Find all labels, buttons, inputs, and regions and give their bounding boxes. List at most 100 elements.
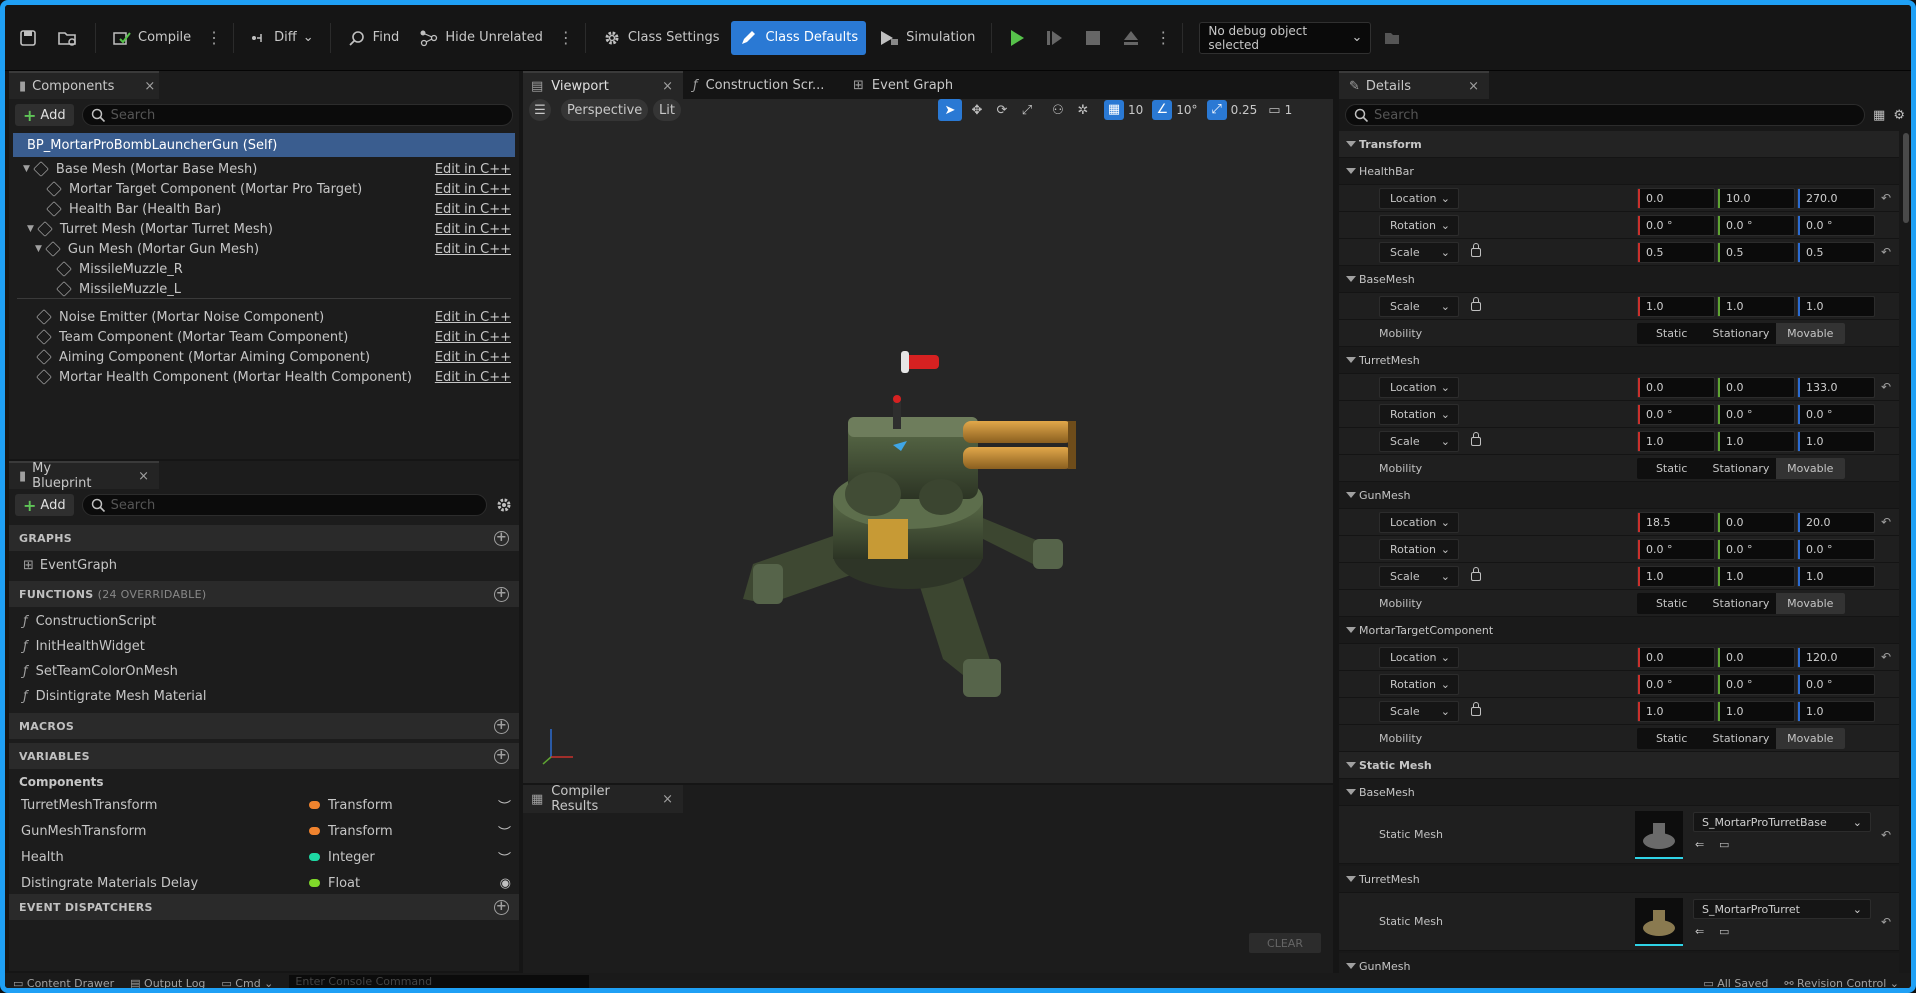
mobility-option[interactable]: Movable <box>1775 457 1845 479</box>
event-graph-item[interactable]: ⊞ EventGraph <box>9 553 519 577</box>
mobility-option[interactable]: Movable <box>1775 322 1845 344</box>
component-root[interactable]: BP_MortarProBombLauncherGun (Self) <box>13 133 515 157</box>
property-mode-dropdown[interactable]: Scale ⌄ <box>1379 700 1459 722</box>
static-mesh-asset-dropdown[interactable]: S_MortarProTurretBase ⌄ <box>1693 812 1871 832</box>
edit-in-cpp-link[interactable]: Edit in C++ <box>435 222 511 237</box>
mobility-selector[interactable]: Static Stationary Movable <box>1637 727 1845 749</box>
mesh-thumbnail[interactable] <box>1635 898 1683 946</box>
details-tab[interactable]: ✎ Details × <box>1339 71 1489 99</box>
x-value-field[interactable]: 18.5 <box>1637 511 1715 533</box>
details-category-header[interactable]: Static Mesh <box>1339 752 1899 779</box>
edit-in-cpp-link[interactable]: Edit in C++ <box>435 162 511 177</box>
use-selected-icon[interactable]: ⇐ <box>1695 925 1704 938</box>
viewport-tab[interactable]: ▤ Viewport × <box>523 71 683 99</box>
details-subcategory[interactable]: TurretMesh <box>1339 347 1899 374</box>
property-mode-dropdown[interactable]: Scale ⌄ <box>1379 241 1459 263</box>
add-blueprint-item-button[interactable]: + Add <box>15 494 74 516</box>
clear-button[interactable]: CLEAR <box>1249 933 1321 953</box>
z-value-field[interactable]: 0.0 ° <box>1797 538 1875 560</box>
edit-in-cpp-link[interactable]: Edit in C++ <box>435 350 511 365</box>
construction-script-tab[interactable]: ƒ Construction Scr... <box>683 71 843 99</box>
visibility-toggle-icon[interactable]: ︶ <box>498 822 511 841</box>
class-defaults-button[interactable]: Class Defaults <box>731 20 867 55</box>
x-value-field[interactable]: 0.0 ° <box>1637 538 1715 560</box>
play-button[interactable] <box>1000 21 1034 55</box>
browse-asset-icon[interactable]: ▭ <box>1719 925 1729 938</box>
x-value-field[interactable]: 0.0 ° <box>1637 403 1715 425</box>
mobility-selector[interactable]: Static Stationary Movable <box>1637 457 1845 479</box>
simulation-button[interactable]: Simulation <box>870 21 983 55</box>
property-mode-dropdown[interactable]: Location ⌄ <box>1379 187 1459 209</box>
z-value-field[interactable]: 0.5 <box>1797 241 1875 263</box>
reset-to-default-icon[interactable]: ↶ <box>1881 191 1891 205</box>
y-value-field[interactable]: 0.0 ° <box>1717 673 1795 695</box>
mobility-selector[interactable]: Static Stationary Movable <box>1637 322 1845 344</box>
function-item[interactable]: ƒ SetTeamColorOnMesh <box>9 659 519 683</box>
x-value-field[interactable]: 0.0 ° <box>1637 214 1715 236</box>
y-value-field[interactable]: 0.0 ° <box>1717 214 1795 236</box>
property-mode-dropdown[interactable]: Rotation ⌄ <box>1379 673 1459 695</box>
mobility-option[interactable]: Stationary <box>1706 458 1775 479</box>
lock-icon[interactable] <box>1471 296 1481 311</box>
diff-button[interactable]: Diff ⌄ <box>242 21 322 55</box>
hide-unrelated-options-icon[interactable]: ⋮ <box>555 28 577 47</box>
play-options-icon[interactable]: ⋮ <box>1152 28 1174 47</box>
output-log-button[interactable]: ▤ Output Log <box>130 977 205 989</box>
variables-section[interactable]: VARIABLES + <box>9 743 519 769</box>
add-graph-icon[interactable]: + <box>494 530 509 546</box>
add-function-icon[interactable]: + <box>494 586 509 602</box>
edit-in-cpp-link[interactable]: Edit in C++ <box>435 310 511 325</box>
reset-to-default-icon[interactable]: ↶ <box>1881 380 1891 394</box>
y-value-field[interactable]: 1.0 <box>1717 295 1795 317</box>
table-view-icon[interactable]: ▦ <box>1873 108 1885 123</box>
z-value-field[interactable]: 1.0 <box>1797 430 1875 452</box>
eye-icon[interactable]: ◉ <box>500 876 511 891</box>
mesh-thumbnail[interactable] <box>1635 811 1683 859</box>
lock-icon[interactable] <box>1471 242 1481 257</box>
expand-arrow-icon[interactable]: ▼ <box>27 224 34 234</box>
mobility-option[interactable]: Movable <box>1775 727 1845 749</box>
z-value-field[interactable]: 1.0 <box>1797 565 1875 587</box>
console-input[interactable]: Enter Console Command <box>289 975 590 988</box>
save-icon[interactable] <box>11 21 45 55</box>
macros-section[interactable]: MACROS + <box>9 713 519 739</box>
use-selected-icon[interactable]: ⇐ <box>1695 838 1704 851</box>
reset-to-default-icon[interactable]: ↶ <box>1881 515 1891 529</box>
x-value-field[interactable]: 0.0 <box>1637 646 1715 668</box>
edit-in-cpp-link[interactable]: Edit in C++ <box>435 182 511 197</box>
z-value-field[interactable]: 0.0 ° <box>1797 403 1875 425</box>
add-dispatcher-icon[interactable]: + <box>494 899 509 915</box>
hide-unrelated-button[interactable]: Hide Unrelated <box>411 21 551 55</box>
close-icon[interactable]: × <box>138 469 149 484</box>
close-icon[interactable]: × <box>144 79 155 94</box>
visibility-toggle-icon[interactable]: ︶ <box>498 796 511 815</box>
lock-icon[interactable] <box>1471 566 1481 581</box>
lock-icon[interactable] <box>1471 431 1481 446</box>
x-value-field[interactable]: 1.0 <box>1637 565 1715 587</box>
mobility-selector[interactable]: Static Stationary Movable <box>1637 592 1845 614</box>
blueprint-search-input[interactable]: Search <box>81 494 487 516</box>
x-value-field[interactable]: 0.5 <box>1637 241 1715 263</box>
close-icon[interactable]: × <box>662 792 673 807</box>
debug-object-dropdown[interactable]: No debug object selected ⌄ <box>1199 21 1372 54</box>
details-subcategory[interactable]: BaseMesh <box>1339 779 1899 806</box>
browse-icon[interactable] <box>49 21 87 55</box>
component-item[interactable]: Mortar Health Component (Mortar Health C… <box>9 365 519 389</box>
property-mode-dropdown[interactable]: Rotation ⌄ <box>1379 538 1459 560</box>
add-macro-icon[interactable]: + <box>494 718 509 734</box>
viewport[interactable]: ☰ Perspective Lit ➤ ✥ ⟳ ⤢ ⚇ ✲ ▦ 10 ∠ 10° ⤢… <box>523 99 1333 783</box>
reset-to-default-icon[interactable]: ↶ <box>1881 828 1891 842</box>
mortar-turret-model[interactable] <box>523 99 1333 783</box>
y-value-field[interactable]: 10.0 <box>1717 187 1795 209</box>
y-value-field[interactable]: 0.0 <box>1717 511 1795 533</box>
z-value-field[interactable]: 0.0 ° <box>1797 214 1875 236</box>
gear-icon[interactable]: ⚙ <box>1893 108 1905 123</box>
variable-item[interactable]: Distingrate Materials Delay Float ◉ <box>9 871 519 895</box>
property-mode-dropdown[interactable]: Location ⌄ <box>1379 511 1459 533</box>
details-subcategory[interactable]: GunMesh <box>1339 482 1899 509</box>
reset-to-default-icon[interactable]: ↶ <box>1881 915 1891 929</box>
edit-in-cpp-link[interactable]: Edit in C++ <box>435 202 511 217</box>
components-tab[interactable]: ▮ Components × <box>9 71 159 99</box>
property-mode-dropdown[interactable]: Location ⌄ <box>1379 646 1459 668</box>
edit-in-cpp-link[interactable]: Edit in C++ <box>435 370 511 385</box>
